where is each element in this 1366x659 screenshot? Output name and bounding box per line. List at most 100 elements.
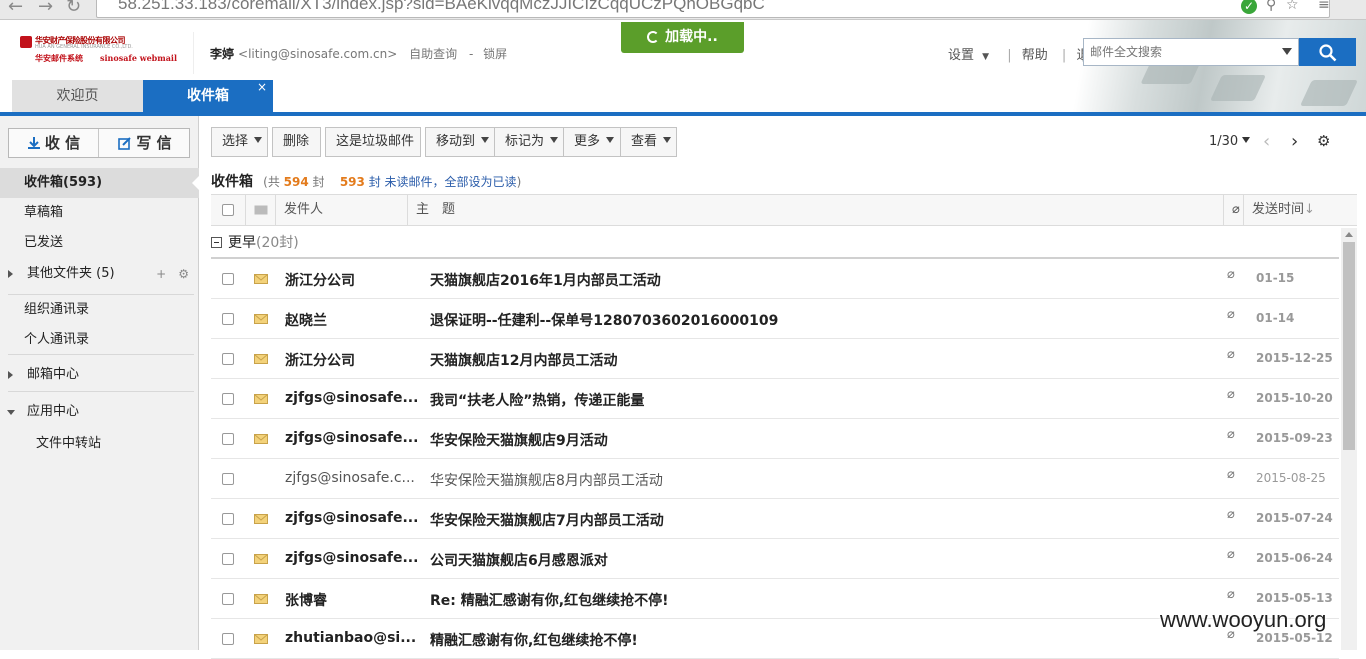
email-subject[interactable]: 退保证明--任建利--保单号1280703602016000109 (430, 310, 778, 330)
receive-button[interactable]: 收 信 (9, 129, 99, 157)
envelope-icon (254, 205, 268, 215)
sidebar-item-drafts[interactable]: 草稿箱 (0, 198, 199, 228)
sidebar-item-org-contacts[interactable]: 组织通讯录 (0, 295, 199, 325)
expand-icon[interactable] (8, 270, 13, 278)
add-folder-icon[interactable]: + (156, 267, 166, 281)
chevron-down-icon (606, 137, 615, 143)
email-subject[interactable]: 华安保险天猫旗舰店8月内部员工活动 (430, 470, 663, 490)
logo-sub-en-text: sinosafe webmail (100, 53, 177, 63)
email-subject[interactable]: 华安保险天猫旗舰店9月活动 (430, 430, 608, 450)
self-query-link[interactable]: 自助查询 (409, 47, 457, 61)
collapse-group-icon[interactable] (211, 237, 222, 248)
group-earlier[interactable]: 更早(20封) (211, 232, 299, 252)
row-checkbox[interactable] (222, 393, 234, 405)
view-button[interactable]: 查看 (620, 127, 677, 157)
email-row[interactable]: zjfgs@sinosafe... 我司“扶老人险”热销，传递正能量 ⌀ 2015-1… (211, 379, 1339, 419)
menu-icon[interactable]: ≡ (1318, 0, 1330, 13)
star-icon[interactable]: ☆ (1286, 0, 1299, 13)
email-row[interactable]: zjfgs@sinosafe... 华安保险天猫旗舰店7月内部员工活动 ⌀ 2015-… (211, 499, 1339, 539)
row-checkbox[interactable] (222, 433, 234, 445)
email-subject[interactable]: Re: 精融汇感谢有你,红包继续抢不停! (430, 590, 668, 610)
sidebar-item-mailbox-center[interactable]: 邮箱中心 (0, 360, 199, 390)
row-checkbox[interactable] (222, 353, 234, 365)
search-input[interactable] (1084, 39, 1274, 65)
paperclip-icon: ⌀ (1227, 387, 1235, 402)
row-checkbox[interactable] (222, 513, 234, 525)
sidebar-item-personal-contacts[interactable]: 个人通讯录 (0, 325, 199, 355)
row-checkbox[interactable] (222, 633, 234, 645)
row-checkbox[interactable] (222, 313, 234, 325)
time-column-label: 发送时间 (1252, 202, 1305, 217)
back-icon[interactable]: ← (8, 0, 23, 17)
email-subject[interactable]: 我司“扶老人险”热销，传递正能量 (430, 390, 644, 410)
email-subject[interactable]: 公司天猫旗舰店6月感恩派对 (430, 550, 608, 570)
email-row[interactable]: 浙江分公司 天猫旗舰店12月内部员工活动 ⌀ 2015-12-25 (211, 339, 1339, 379)
page-selector[interactable]: 1/30 (1209, 134, 1251, 149)
tab-inbox[interactable]: 收件箱 × (143, 80, 273, 113)
sidebar-item-other-folders[interactable]: 其他文件夹 (5) + ⚙ (0, 259, 199, 289)
sender-column[interactable]: 发件人 (275, 195, 407, 225)
lock-screen-link[interactable]: 锁屏 (483, 47, 507, 61)
email-row[interactable]: 浙江分公司 天猫旗舰店2016年1月内部员工活动 ⌀ 01-15 (211, 259, 1339, 299)
mark-all-read-link[interactable]: ，全部设为已读 (433, 175, 517, 189)
settings-link[interactable]: 设置 ▼ (948, 48, 993, 63)
scrollbar[interactable] (1341, 228, 1357, 650)
compose-button[interactable]: 写 信 (100, 129, 190, 157)
mark-as-button[interactable]: 标记为 (494, 127, 564, 157)
read-status-column[interactable] (245, 195, 277, 225)
email-row[interactable]: zjfgs@sinosafe... 公司天猫旗舰店6月感恩派对 ⌀ 2015-06-2… (211, 539, 1339, 579)
delete-button[interactable]: 删除 (272, 127, 321, 157)
prev-page-icon[interactable]: ‹ (1263, 131, 1270, 152)
subject-column[interactable]: 主 题 (407, 195, 1223, 225)
email-sender: 赵晓兰 (285, 313, 327, 329)
tab-welcome[interactable]: 欢迎页 (12, 80, 143, 113)
help-link[interactable]: 帮助 (1022, 48, 1048, 63)
sidebar-item-file-transfer[interactable]: 文件中转站 (0, 429, 199, 459)
row-checkbox[interactable] (222, 273, 234, 285)
more-button[interactable]: 更多 (563, 127, 621, 157)
close-icon[interactable]: × (257, 71, 267, 104)
gear-icon[interactable]: ⚙ (1317, 132, 1330, 150)
unread-envelope-icon (254, 314, 268, 324)
email-row[interactable]: 赵晓兰 退保证明--任建利--保单号1280703602016000109 ⌀ 01-… (211, 299, 1339, 339)
select-button[interactable]: 选择 (211, 127, 268, 157)
sidebar-item-sent[interactable]: 已发送 (0, 228, 199, 258)
email-subject[interactable]: 天猫旗舰店2016年1月内部员工活动 (430, 270, 661, 290)
email-subject[interactable]: 精融汇感谢有你,红包继续抢不停! (430, 630, 638, 650)
company-logo[interactable]: 华安财产保险股份有限公司 HUA AN GENERAL INSURANCE CO… (6, 32, 194, 74)
row-checkbox[interactable] (222, 553, 234, 565)
sidebar-item-app-center[interactable]: 应用中心 (0, 397, 199, 427)
email-subject[interactable]: 华安保险天猫旗舰店7月内部员工活动 (430, 510, 664, 530)
app-header: 华安财产保险股份有限公司 HUA AN GENERAL INSURANCE CO… (0, 20, 1366, 115)
search-dropdown-icon[interactable] (1282, 48, 1292, 55)
view-label: 查看 (631, 134, 658, 149)
move-to-button[interactable]: 移动到 (425, 127, 495, 157)
unread-envelope-icon (254, 594, 268, 604)
time-column[interactable]: 发送时间↓ (1243, 195, 1357, 225)
row-checkbox[interactable] (222, 473, 234, 485)
address-url[interactable]: 58.251.33.183/coremail/XT3/index.jsp?sid… (118, 0, 765, 14)
scrollbar-thumb[interactable] (1343, 242, 1355, 450)
search-button[interactable] (1299, 38, 1356, 66)
unread-link[interactable]: 封 未读邮件 (369, 175, 433, 189)
reload-icon[interactable]: ↻ (66, 0, 81, 17)
browser-toolbar: ← → ↻ 58.251.33.183/coremail/XT3/index.j… (0, 0, 1366, 20)
list-title: 收件箱 (211, 174, 253, 190)
chevron-down-icon (663, 137, 672, 143)
collapse-icon[interactable] (7, 410, 15, 415)
spam-button[interactable]: 这是垃圾邮件 (325, 127, 421, 157)
email-date: 01-15 (1256, 271, 1295, 285)
email-row[interactable]: zjfgs@sinosafe... 华安保险天猫旗舰店9月活动 ⌀ 2015-09-2… (211, 419, 1339, 459)
forward-icon[interactable]: → (38, 0, 53, 17)
scroll-up-icon[interactable] (1345, 232, 1353, 237)
search-box (1083, 38, 1299, 66)
expand-icon[interactable] (8, 371, 13, 379)
email-row[interactable]: zjfgs@sinosafe.c... 华安保险天猫旗舰店8月内部员工活动 ⌀ 201… (211, 459, 1339, 499)
row-checkbox[interactable] (222, 593, 234, 605)
folder-settings-icon[interactable]: ⚙ (178, 267, 189, 281)
pin-icon[interactable]: ⚲ (1266, 0, 1276, 13)
next-page-icon[interactable]: › (1291, 131, 1298, 152)
sidebar-item-inbox[interactable]: 收件箱(593) (0, 168, 200, 198)
email-subject[interactable]: 天猫旗舰店12月内部员工活动 (430, 350, 617, 370)
select-all-checkbox[interactable] (222, 204, 234, 216)
